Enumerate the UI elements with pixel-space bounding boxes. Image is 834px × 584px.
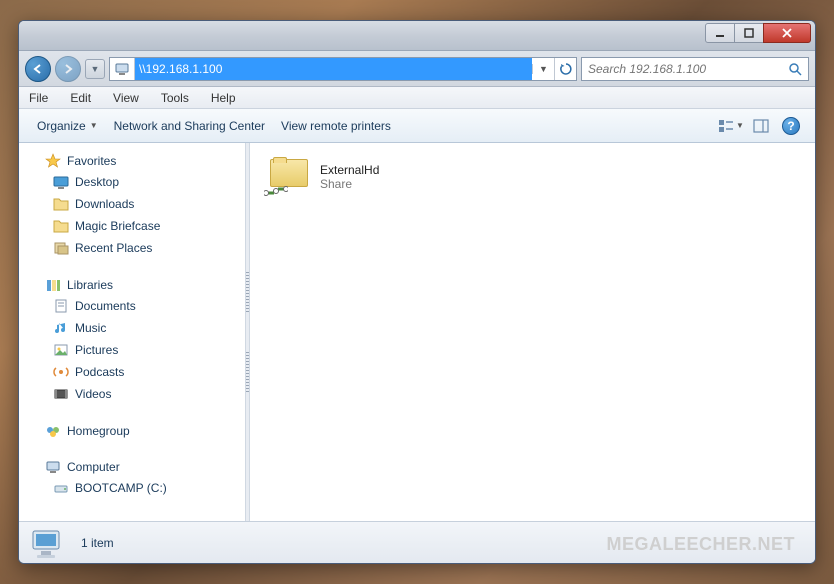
sidebar-item-recent-places[interactable]: Recent Places bbox=[19, 237, 245, 259]
back-button[interactable] bbox=[25, 56, 51, 82]
view-remote-printers-button[interactable]: View remote printers bbox=[273, 115, 399, 137]
sidebar-item-documents[interactable]: Documents bbox=[19, 295, 245, 317]
homegroup-header[interactable]: Homegroup bbox=[19, 421, 245, 441]
sidebar-item-downloads[interactable]: Downloads bbox=[19, 193, 245, 215]
preview-pane-button[interactable] bbox=[747, 114, 775, 138]
network-sharing-center-button[interactable]: Network and Sharing Center bbox=[106, 115, 273, 137]
minimize-button[interactable] bbox=[705, 23, 735, 43]
computer-header[interactable]: Computer bbox=[19, 457, 245, 477]
menubar: File Edit View Tools Help bbox=[19, 87, 815, 109]
address-path[interactable]: \\192.168.1.100 bbox=[135, 58, 532, 80]
libraries-header[interactable]: Libraries bbox=[19, 275, 245, 295]
address-history-dropdown[interactable]: ▼ bbox=[532, 64, 554, 74]
menu-view[interactable]: View bbox=[109, 89, 143, 107]
downloads-folder-icon bbox=[53, 196, 69, 212]
titlebar bbox=[19, 21, 815, 51]
organize-label: Organize bbox=[37, 119, 86, 133]
sidebar-item-label: Music bbox=[75, 319, 106, 337]
refresh-button[interactable] bbox=[554, 58, 576, 80]
homegroup-group: Homegroup bbox=[19, 421, 245, 441]
menu-edit[interactable]: Edit bbox=[66, 89, 95, 107]
menu-tools[interactable]: Tools bbox=[157, 89, 193, 107]
sidebar-item-desktop[interactable]: Desktop bbox=[19, 171, 245, 193]
menu-help[interactable]: Help bbox=[207, 89, 240, 107]
maximize-button[interactable] bbox=[734, 23, 764, 43]
change-view-button[interactable]: ▼ bbox=[717, 114, 745, 138]
sidebar-item-label: Pictures bbox=[75, 341, 118, 359]
item-count: 1 item bbox=[81, 536, 114, 550]
command-bar: Organize ▼ Network and Sharing Center Vi… bbox=[19, 109, 815, 143]
computer-icon bbox=[45, 459, 61, 475]
favorites-label: Favorites bbox=[67, 154, 116, 168]
folder-icon bbox=[53, 218, 69, 234]
menu-file[interactable]: File bbox=[25, 89, 52, 107]
window-controls bbox=[706, 23, 811, 43]
music-icon bbox=[53, 320, 69, 336]
libraries-icon bbox=[45, 277, 61, 293]
file-type: Share bbox=[320, 177, 379, 191]
computer-group: Computer BOOTCAMP (C:) bbox=[19, 457, 245, 499]
sidebar-item-podcasts[interactable]: Podcasts bbox=[19, 361, 245, 383]
videos-icon bbox=[53, 386, 69, 402]
sidebar-item-label: Podcasts bbox=[75, 363, 124, 381]
drive-icon bbox=[53, 480, 69, 496]
search-input[interactable] bbox=[588, 62, 788, 76]
close-button[interactable] bbox=[763, 23, 811, 43]
homegroup-icon bbox=[45, 423, 61, 439]
desktop-icon bbox=[53, 174, 69, 190]
content-area: Favorites Desktop Downloads Magic Briefc… bbox=[19, 143, 815, 521]
organize-button[interactable]: Organize ▼ bbox=[29, 115, 106, 137]
explorer-window: ▼ \\192.168.1.100 ▼ File Edit View Tools… bbox=[18, 20, 816, 564]
recent-places-icon bbox=[53, 240, 69, 256]
pictures-icon bbox=[53, 342, 69, 358]
homegroup-label: Homegroup bbox=[67, 424, 130, 438]
star-icon bbox=[45, 153, 61, 169]
address-row: ▼ \\192.168.1.100 ▼ bbox=[19, 51, 815, 87]
statusbar: 1 item bbox=[19, 521, 815, 563]
help-button[interactable]: ? bbox=[777, 114, 805, 138]
search-icon bbox=[788, 62, 802, 76]
forward-button[interactable] bbox=[55, 56, 81, 82]
libraries-label: Libraries bbox=[67, 278, 113, 292]
sidebar-item-bootcamp[interactable]: BOOTCAMP (C:) bbox=[19, 477, 245, 499]
network-location-icon bbox=[114, 61, 130, 77]
podcasts-icon bbox=[53, 364, 69, 380]
sidebar-item-pictures[interactable]: Pictures bbox=[19, 339, 245, 361]
address-bar[interactable]: \\192.168.1.100 ▼ bbox=[109, 57, 577, 81]
search-box[interactable] bbox=[581, 57, 809, 81]
sidebar-item-music[interactable]: Music bbox=[19, 317, 245, 339]
sidebar-item-videos[interactable]: Videos bbox=[19, 383, 245, 405]
sidebar-item-label: BOOTCAMP (C:) bbox=[75, 479, 167, 497]
file-item-externalhd[interactable]: ExternalHd Share bbox=[260, 153, 383, 201]
sidebar-item-magic-briefcase[interactable]: Magic Briefcase bbox=[19, 215, 245, 237]
sidebar-item-label: Desktop bbox=[75, 173, 119, 191]
sidebar-item-label: Recent Places bbox=[75, 239, 152, 257]
favorites-group: Favorites Desktop Downloads Magic Briefc… bbox=[19, 151, 245, 259]
file-name: ExternalHd bbox=[320, 163, 379, 177]
documents-icon bbox=[53, 298, 69, 314]
sidebar-item-label: Magic Briefcase bbox=[75, 217, 160, 235]
sidebar-item-label: Downloads bbox=[75, 195, 134, 213]
file-list[interactable]: ExternalHd Share bbox=[250, 143, 815, 521]
sidebar-item-label: Documents bbox=[75, 297, 136, 315]
favorites-header[interactable]: Favorites bbox=[19, 151, 245, 171]
recent-pages-dropdown[interactable]: ▼ bbox=[85, 59, 105, 79]
libraries-group: Libraries Documents Music Pictures Podca… bbox=[19, 275, 245, 405]
shared-folder-icon bbox=[264, 157, 312, 197]
computer-label: Computer bbox=[67, 460, 120, 474]
network-computer-icon bbox=[29, 527, 65, 559]
navigation-pane[interactable]: Favorites Desktop Downloads Magic Briefc… bbox=[19, 143, 245, 521]
sidebar-item-label: Videos bbox=[75, 385, 111, 403]
